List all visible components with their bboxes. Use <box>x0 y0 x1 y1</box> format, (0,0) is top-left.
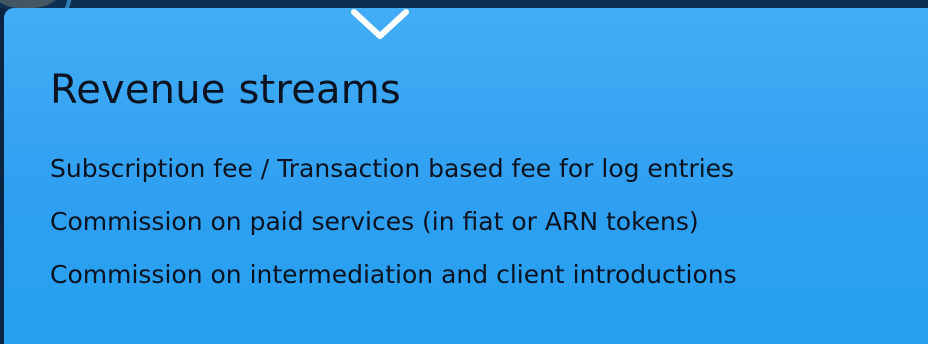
revenue-streams-panel: Revenue streams Subscription fee / Trans… <box>4 8 928 344</box>
top-strip <box>0 0 928 8</box>
chevron-down-icon[interactable] <box>350 8 410 42</box>
list-item: Commission on intermediation and client … <box>50 260 737 289</box>
list-item: Subscription fee / Transaction based fee… <box>50 154 735 183</box>
slide-page: Revenue streams Subscription fee / Trans… <box>0 0 928 344</box>
list-item: Commission on paid services (in fiat or … <box>50 207 699 236</box>
panel-title: Revenue streams <box>50 67 401 113</box>
revenue-streams-list: Subscription fee / Transaction based fee… <box>50 142 737 301</box>
